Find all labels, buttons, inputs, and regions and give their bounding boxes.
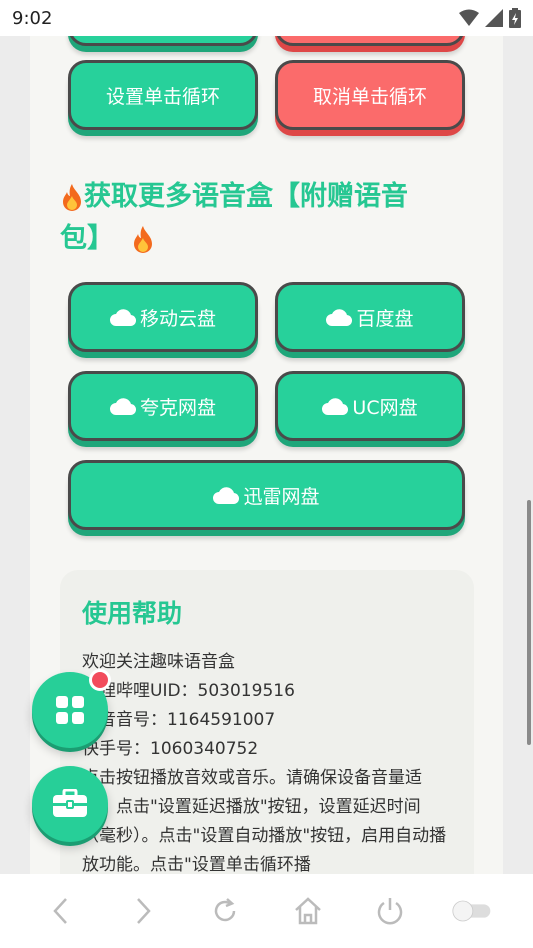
home-icon bbox=[294, 897, 321, 925]
power-button[interactable] bbox=[370, 891, 410, 931]
chevron-left-icon bbox=[53, 898, 67, 924]
toolbox-fab-button[interactable] bbox=[32, 766, 108, 842]
system-icons bbox=[459, 8, 521, 28]
chevron-right-icon bbox=[137, 898, 151, 924]
cloud-link-label: UC网盘 bbox=[352, 396, 418, 419]
partial-button-left[interactable] bbox=[68, 36, 258, 46]
help-line: 哔哩哔哩UID：503019516 bbox=[82, 681, 295, 701]
notification-badge bbox=[89, 669, 111, 691]
status-bar: 9:02 bbox=[0, 0, 533, 36]
refresh-icon bbox=[215, 898, 236, 922]
more-title-part2: 包】 bbox=[60, 223, 114, 254]
cloud-link-uc[interactable]: UC网盘 bbox=[275, 371, 465, 441]
power-icon bbox=[377, 898, 402, 925]
forward-button[interactable] bbox=[123, 891, 163, 931]
toolbox-icon bbox=[53, 789, 87, 817]
cloud-icon bbox=[109, 309, 136, 326]
refresh-button[interactable] bbox=[205, 891, 245, 931]
page-content: 设置单击循环 取消单击循环 获取更多语音盒【附赠语音包】 移动云盘 百度盘 夸克… bbox=[30, 36, 503, 874]
cancel-click-loop-label: 取消单击循环 bbox=[312, 85, 427, 108]
back-button[interactable] bbox=[41, 891, 81, 931]
signal-icon bbox=[485, 9, 503, 27]
toggle-icon bbox=[452, 900, 491, 922]
help-paragraph: 点击按钮播放音效或音乐。请确保设备音量适中。点击"设置延迟播放"按钮，设置延迟时… bbox=[82, 768, 447, 874]
toggle-switch[interactable] bbox=[452, 891, 492, 931]
set-click-loop-button[interactable]: 设置单击循环 bbox=[68, 60, 258, 130]
more-title-part1: 获取更多语音盒【附赠语音 bbox=[84, 181, 408, 212]
status-time: 9:02 bbox=[12, 7, 53, 29]
home-button[interactable] bbox=[288, 891, 328, 931]
cloud-link-mobile[interactable]: 移动云盘 bbox=[68, 282, 258, 352]
fire-icon bbox=[134, 225, 153, 253]
cloud-icon bbox=[109, 398, 136, 415]
cloud-link-label: 迅雷网盘 bbox=[243, 485, 320, 508]
grid-icon bbox=[56, 696, 84, 724]
help-title: 使用帮助 bbox=[82, 599, 183, 628]
cloud-link-label: 百度盘 bbox=[356, 307, 414, 330]
scrollbar[interactable] bbox=[527, 500, 531, 745]
cloud-link-baidu[interactable]: 百度盘 bbox=[275, 282, 465, 352]
more-voicebox-title: 获取更多语音盒【附赠语音包】 bbox=[60, 176, 490, 260]
cloud-icon bbox=[322, 398, 349, 415]
wifi-icon bbox=[459, 9, 479, 26]
battery-icon bbox=[509, 8, 521, 28]
partial-button-right[interactable] bbox=[275, 36, 465, 46]
cloud-icon bbox=[326, 309, 353, 326]
help-card: 使用帮助 欢迎关注趣味语音盒 哔哩哔哩UID：503019516 抖音音号：11… bbox=[60, 570, 474, 874]
cancel-click-loop-button[interactable]: 取消单击循环 bbox=[275, 60, 465, 130]
set-click-loop-label: 设置单击循环 bbox=[105, 85, 220, 108]
help-line: 快手号：1060340752 bbox=[82, 739, 259, 759]
cloud-link-xunlei[interactable]: 迅雷网盘 bbox=[68, 460, 465, 530]
help-line: 抖音音号：1164591007 bbox=[82, 710, 276, 730]
help-line: 欢迎关注趣味语音盒 bbox=[82, 652, 235, 672]
browser-nav-bar bbox=[0, 874, 533, 948]
cloud-link-label: 夸克网盘 bbox=[139, 396, 216, 419]
cloud-link-quark[interactable]: 夸克网盘 bbox=[68, 371, 258, 441]
cloud-icon bbox=[213, 487, 240, 504]
fire-icon bbox=[63, 183, 81, 211]
cloud-link-label: 移动云盘 bbox=[139, 307, 216, 330]
